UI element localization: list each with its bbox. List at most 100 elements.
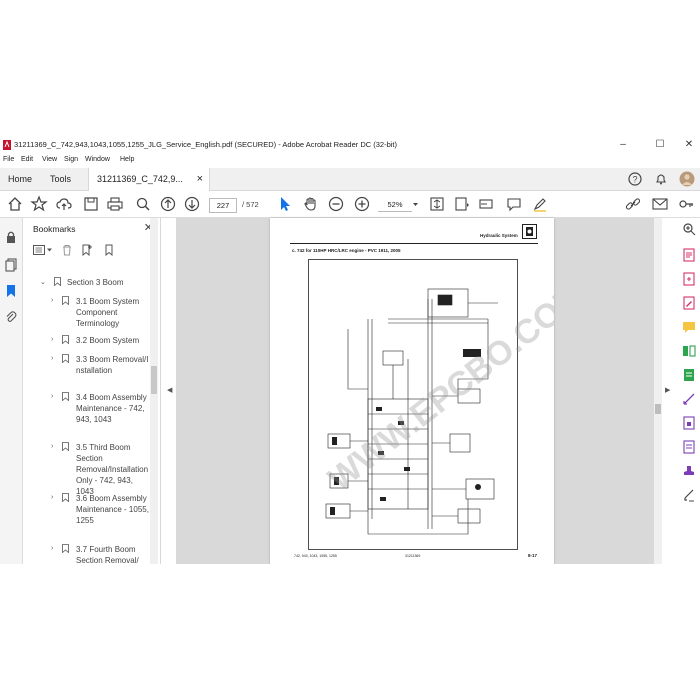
comment-tool-icon[interactable] <box>682 320 696 334</box>
zoom-level-select[interactable]: 52% <box>378 198 412 212</box>
bookmark-item[interactable]: 3.7 Fourth Boom Section Removal/ <box>76 544 150 564</box>
bookmark-item[interactable]: 3.5 Third Boom Section Removal/Installat… <box>76 442 150 497</box>
navigation-rail <box>0 218 23 564</box>
zoom-in-icon[interactable] <box>353 195 371 213</box>
chevron-right-icon[interactable]: › <box>51 443 53 450</box>
print-icon[interactable] <box>106 195 124 213</box>
bookmark-item[interactable]: 3.4 Boom Assembly Maintenance - 742, 943… <box>76 392 152 425</box>
bookmark-icon <box>54 277 61 286</box>
bookmark-icon <box>62 493 69 502</box>
bookmark-icon <box>62 354 69 363</box>
export-pdf-icon[interactable] <box>682 248 696 262</box>
document-scrollbar[interactable] <box>654 218 662 564</box>
bookmark-item[interactable]: 3.1 Boom System Component Terminology <box>76 296 150 329</box>
save-file-icon[interactable] <box>82 195 100 213</box>
tab-close-icon[interactable]: × <box>197 168 203 190</box>
bookmarks-panel-title: Bookmarks <box>33 224 76 234</box>
minimize-button[interactable]: – <box>613 138 633 152</box>
bookmark-item[interactable]: 3.6 Boom Assembly Maintenance - 1055, 12… <box>76 493 150 526</box>
collapse-right-panel-icon[interactable]: ▶ <box>665 386 670 394</box>
svg-text:?: ? <box>632 175 637 185</box>
document-scroll-thumb[interactable] <box>655 404 661 414</box>
organize-pages-icon[interactable] <box>682 344 696 358</box>
close-window-button[interactable]: ✕ <box>679 138 699 152</box>
protect-pdf-icon[interactable] <box>682 416 696 430</box>
next-page-icon[interactable] <box>183 195 201 213</box>
bookmark-settings-icon[interactable] <box>103 244 115 256</box>
collapse-left-panel-icon[interactable]: ◀ <box>167 386 172 394</box>
menu-sign[interactable]: Sign <box>64 156 78 163</box>
bookmark-options-icon[interactable] <box>33 245 53 255</box>
page-number-input[interactable]: 227 <box>209 198 237 213</box>
bookmark-star-icon[interactable] <box>30 195 48 213</box>
page-thumbnails-icon[interactable] <box>4 258 18 272</box>
title-bar: 31211369_C_742,943,1043,1055,1255_JLG_Se… <box>0 136 700 154</box>
menu-file[interactable]: File <box>3 156 14 163</box>
bookmarks-scroll-thumb[interactable] <box>151 366 157 394</box>
bookmarks-panel-icon[interactable] <box>4 284 18 298</box>
hand-pan-icon[interactable] <box>302 195 320 213</box>
notifications-bell-icon[interactable] <box>654 172 668 186</box>
create-pdf-icon[interactable] <box>682 272 696 286</box>
help-icon[interactable]: ? <box>628 172 642 186</box>
bookmark-item[interactable]: 3.2 Boom System <box>76 335 150 346</box>
zoom-tool-icon[interactable] <box>682 222 696 236</box>
chevron-down-icon[interactable] <box>412 201 419 208</box>
tools-rail <box>678 218 700 564</box>
tab-document[interactable]: 31211369_C_742,9... × <box>88 168 210 191</box>
upload-cloud-icon[interactable] <box>55 195 73 213</box>
chevron-right-icon[interactable]: › <box>51 355 53 362</box>
chevron-down-icon[interactable]: ⌄ <box>40 278 46 286</box>
chevron-right-icon[interactable]: › <box>51 494 53 501</box>
comment-icon[interactable] <box>505 195 523 213</box>
share-link-icon[interactable] <box>624 195 642 213</box>
previous-page-icon[interactable] <box>159 195 177 213</box>
attachments-paperclip-icon[interactable] <box>4 310 18 324</box>
highlight-pen-icon[interactable] <box>531 195 549 213</box>
email-icon[interactable] <box>651 195 669 213</box>
combine-files-icon[interactable] <box>682 368 696 382</box>
bookmark-icon <box>62 392 69 401</box>
key-security-icon[interactable] <box>677 195 695 213</box>
fill-sign-icon[interactable] <box>682 392 696 406</box>
user-avatar[interactable] <box>679 171 695 187</box>
main-toolbar: 227 / 572 52% <box>0 191 700 218</box>
trash-icon[interactable] <box>61 244 73 256</box>
lock-icon[interactable] <box>4 230 18 244</box>
chevron-right-icon[interactable]: › <box>51 393 53 400</box>
page-total: / 572 <box>242 200 259 209</box>
bookmark-item[interactable]: 3.3 Boom Removal/Installation <box>76 354 150 376</box>
page-footer-page-number: 8-17 <box>528 553 538 558</box>
chevron-right-icon[interactable]: › <box>51 297 53 304</box>
bookmark-icon <box>62 442 69 451</box>
rotate-view-icon[interactable] <box>477 195 495 213</box>
send-review-icon[interactable] <box>682 440 696 454</box>
chevron-right-icon[interactable]: › <box>51 336 53 343</box>
maximize-button[interactable]: ☐ <box>650 138 670 152</box>
tab-tools[interactable]: Tools <box>42 168 79 190</box>
menu-view[interactable]: View <box>42 156 57 163</box>
home-icon[interactable] <box>6 195 24 213</box>
page-footer-models: 742, 943, 1043, 1055, 1255 <box>294 554 337 558</box>
tab-bar: Home Tools 31211369_C_742,9... × ? <box>0 168 700 191</box>
search-icon[interactable] <box>134 195 152 213</box>
document-viewport[interactable]: Hydraulic System c. 742 for 110HP HRC/LR… <box>176 218 654 564</box>
more-tools-icon[interactable] <box>682 488 696 502</box>
zoom-out-icon[interactable] <box>327 195 345 213</box>
bookmark-icon <box>62 335 69 344</box>
new-bookmark-icon[interactable] <box>81 244 93 256</box>
header-divider <box>290 243 538 244</box>
tab-home[interactable]: Home <box>0 168 40 190</box>
stamp-tool-icon[interactable] <box>682 464 696 478</box>
chevron-right-icon[interactable]: › <box>51 545 53 552</box>
menu-edit[interactable]: Edit <box>21 156 33 163</box>
acrobat-window: 31211369_C_742,943,1043,1055,1255_JLG_Se… <box>0 136 700 564</box>
scroll-mode-icon[interactable] <box>453 195 471 213</box>
menu-window[interactable]: Window <box>85 156 110 163</box>
select-pointer-icon[interactable] <box>276 195 294 213</box>
menu-help[interactable]: Help <box>120 156 134 163</box>
bookmark-item[interactable]: Section 3 Boom <box>67 277 152 288</box>
page-header-title: Hydraulic System <box>480 233 518 238</box>
fit-page-icon[interactable] <box>428 195 446 213</box>
edit-pdf-icon[interactable] <box>682 296 696 310</box>
